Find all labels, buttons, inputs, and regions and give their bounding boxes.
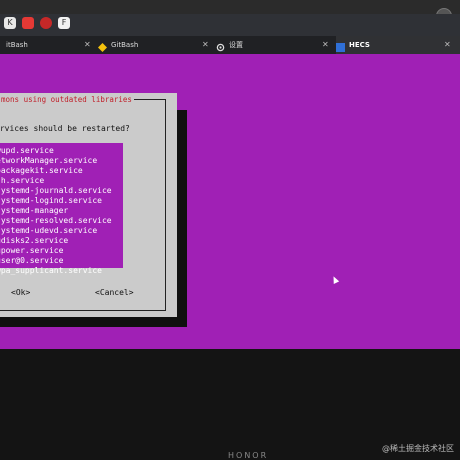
tab-close-icon[interactable]: ✕: [202, 36, 209, 54]
tab-close-icon[interactable]: ✕: [444, 36, 451, 54]
monitor-bezel: [0, 0, 460, 14]
tab-close-icon[interactable]: ✕: [84, 36, 91, 54]
service-item[interactable]: systemd-logind.service: [0, 196, 102, 206]
dialog-title: mons using outdated libraries: [0, 95, 134, 104]
pinned-apps-bar: K F: [0, 14, 460, 36]
service-item[interactable]: udisks2.service: [0, 236, 68, 246]
browser-tab-bar: itBash ✕ GitBash ✕ 设置 ✕ HECS ✕: [0, 36, 460, 54]
service-item[interactable]: systemd-resolved.service: [0, 216, 112, 226]
service-item[interactable]: wupd.service: [0, 146, 54, 156]
gitbash-icon: [98, 41, 107, 52]
service-item[interactable]: systemd-manager: [0, 206, 68, 216]
tab-label: 设置: [229, 41, 243, 49]
pinned-app-red-icon[interactable]: [22, 17, 34, 29]
brand-logo: HONOR: [228, 451, 269, 460]
service-item[interactable]: upower.service: [0, 246, 63, 256]
tab-hecs[interactable]: HECS: [336, 36, 460, 54]
dialog-question: ervices should be restarted?: [0, 124, 130, 133]
restart-services-dialog: mons using outdated libraries ervices sh…: [0, 93, 177, 317]
services-checklist[interactable]: wupd.service etworkManager.service packa…: [0, 143, 123, 275]
tab-gitbash-1[interactable]: itBash: [0, 36, 92, 54]
pinned-app-f-icon[interactable]: F: [58, 17, 70, 29]
pinned-app-red-dot-icon[interactable]: [40, 17, 52, 29]
ok-button[interactable]: <Ok>: [11, 288, 30, 297]
service-item[interactable]: systemd-journald.service: [0, 186, 112, 196]
service-item[interactable]: etworkManager.service: [0, 156, 97, 166]
watermark-text: @稀土掘金技术社区: [382, 444, 454, 453]
cancel-button[interactable]: <Cancel>: [95, 288, 134, 297]
service-item[interactable]: wpa_supplicant.service: [0, 266, 102, 276]
tab-close-icon[interactable]: ✕: [322, 36, 329, 54]
pinned-app-k-icon[interactable]: K: [4, 17, 16, 29]
tab-label: GitBash: [111, 41, 139, 49]
hecs-icon: [336, 41, 345, 52]
service-item[interactable]: user@0.service: [0, 256, 63, 266]
gear-icon: [216, 41, 225, 51]
service-item[interactable]: systemd-udevd.service: [0, 226, 97, 236]
tab-settings[interactable]: 设置: [216, 36, 328, 54]
tab-label: HECS: [349, 41, 370, 49]
service-item[interactable]: packagekit.service: [0, 166, 83, 176]
tab-label: itBash: [6, 41, 28, 49]
tab-gitbash-2[interactable]: GitBash: [98, 36, 208, 54]
service-item[interactable]: sh.service: [0, 176, 44, 186]
